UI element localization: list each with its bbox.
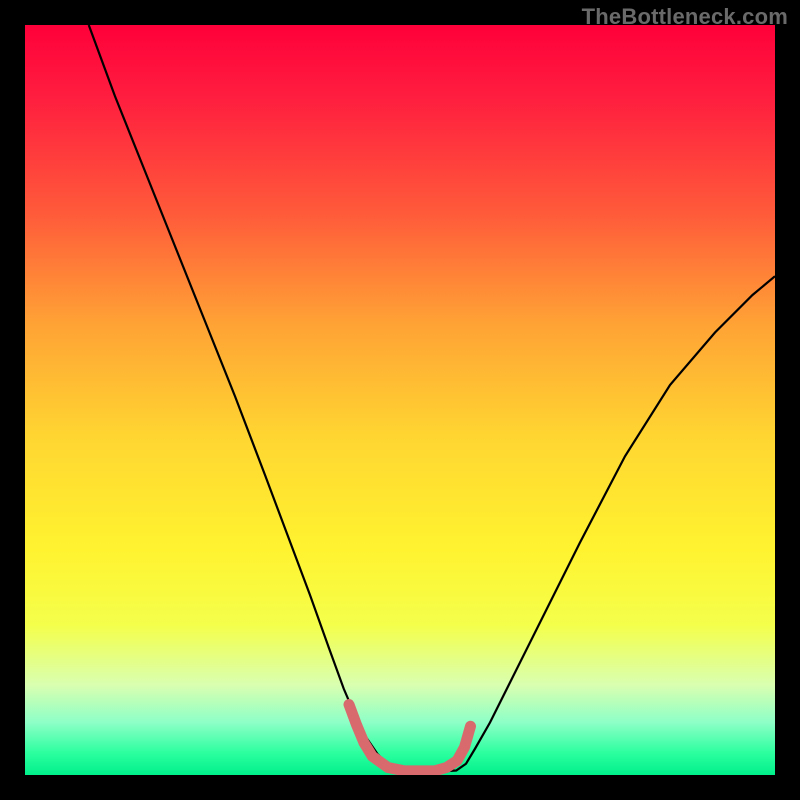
gradient-background [25, 25, 775, 775]
chart-svg [25, 25, 775, 775]
plot-area [25, 25, 775, 775]
chart-frame: TheBottleneck.com [0, 0, 800, 800]
